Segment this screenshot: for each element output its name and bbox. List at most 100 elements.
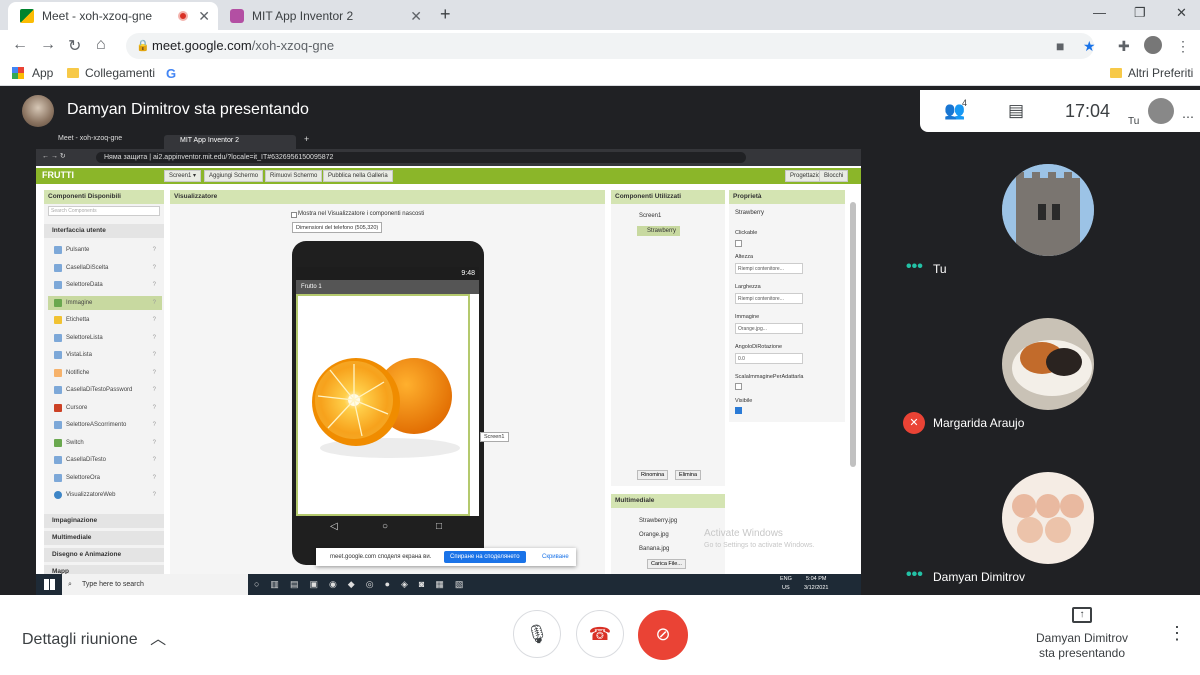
palette-item: Switch? <box>48 436 162 450</box>
lock-icon: 🔒 <box>136 40 150 52</box>
taskbar-app-icons: ○▥▤▣◉◆◎●◈◙▦▧ <box>254 579 475 589</box>
taskbar-lang: ENG <box>780 576 792 582</box>
close-tab-icon[interactable]: ✕ <box>198 8 210 25</box>
insecure-label: Няма защита <box>104 154 148 161</box>
palette-item: SelettoreLista? <box>48 331 162 345</box>
palette-item-label: CasellaDiTestoPassword <box>66 387 133 393</box>
prop-height-input: Riempi contenitore... <box>735 263 803 274</box>
phone-nav-bar: ◁ ○ □ <box>296 517 479 539</box>
minimize-icon[interactable]: — <box>1093 5 1106 20</box>
self-options-icon[interactable]: ⋯ <box>1182 110 1194 124</box>
camera-off-icon: ⊘ <box>655 624 671 644</box>
switch-icon <box>54 439 62 447</box>
bookmark-other[interactable]: Altri Preferiti <box>1110 66 1193 80</box>
participant-name: Margarida Araujo <box>933 416 1025 430</box>
palette-item-label: VisualizzatoreWeb <box>66 492 116 498</box>
palette-category: Multimediale <box>44 531 164 545</box>
prop-width-input: Riempi contenitore... <box>735 293 803 304</box>
meeting-clock: 17:04 <box>1065 101 1111 121</box>
prop-height-label: Altezza <box>735 254 754 260</box>
project-name: FRUTTI <box>42 170 74 180</box>
shared-address-row: ← → ↻ Няма защита | ai2.appinventor.mit.… <box>36 149 861 166</box>
prop-width-label: Larghezza <box>735 284 761 290</box>
components-panel: Componenti Utilizzati Screen1 Strawberry… <box>611 190 725 486</box>
maximize-icon[interactable]: ❐ <box>1134 5 1146 21</box>
meet-top-right-panel: 👥 4 ▤ 17:04 ⋯ <box>920 90 1200 132</box>
more-options-icon[interactable]: ⋮ <box>1168 623 1186 644</box>
address-bar[interactable]: 🔒 meet.google.com/xoh-xzoq-gne <box>126 33 1094 59</box>
palette-item-label: Etichetta <box>66 317 90 323</box>
add-screen-button: Aggiungi Schermo <box>204 170 264 182</box>
reload-icon[interactable]: ↻ <box>68 36 81 56</box>
presenting-line2: sta presentando <box>1038 646 1126 660</box>
palette-item: SelettoreData? <box>48 278 162 292</box>
tab-meet[interactable]: Meet - xoh-xzoq-gne ✕ <box>8 2 218 30</box>
participant-name: Damyan Dimitrov <box>933 570 1026 584</box>
back-icon[interactable]: ← <box>12 36 28 54</box>
palette-item: SelettoreOra? <box>48 471 162 485</box>
menu-icon[interactable]: ⋮ <box>1176 38 1190 55</box>
present-now-icon[interactable]: ↑ <box>1072 607 1092 623</box>
properties-header: Proprietà <box>729 190 845 204</box>
home-icon[interactable]: ⌂ <box>96 36 106 54</box>
palette-item-label: SelettoreAScorrimento <box>66 422 127 428</box>
shared-address-bar: Няма защита | ai2.appinventor.mit.edu/?l… <box>96 152 746 163</box>
tab-app-inventor[interactable]: MIT App Inventor 2 ✕ <box>218 2 430 30</box>
palette-category: Disegno e Animazione <box>44 548 164 562</box>
phone-size-select: Dimensioni del telefono (505,320) <box>292 222 383 233</box>
prop-scale-checkbox <box>735 383 742 390</box>
palette-item-label: VistaLista <box>66 352 92 358</box>
camera-icon[interactable]: ■ <box>1056 38 1064 54</box>
close-window-icon[interactable]: ✕ <box>1176 5 1187 21</box>
profile-avatar[interactable] <box>1144 36 1162 54</box>
publish-gallery-button: Pubblica nella Galleria <box>323 170 393 182</box>
palette-item-label: Pulsante <box>66 247 90 253</box>
shared-tab-title: Meet - xoh-xzoq-gne <box>58 135 123 142</box>
self-thumbnail[interactable] <box>1148 98 1174 124</box>
bookmark-collegamenti[interactable]: Collegamenti <box>67 66 155 80</box>
cats-photo <box>1002 472 1094 564</box>
shared-tab-app-inventor: MIT App Inventor 2 <box>164 135 296 149</box>
bookmarks-bar: App Collegamenti G Altri Preferiti <box>0 62 1200 86</box>
hang-up-icon: ☎ <box>588 624 612 644</box>
viewer-header: Visualizzatore <box>170 190 605 204</box>
stop-sharing-button: Спиране на споделянето <box>444 551 526 563</box>
presenting-line1: Damyan Dimitrov <box>1035 631 1128 645</box>
leave-call-button[interactable]: ☎ <box>576 610 624 658</box>
palette-item: CasellaDiTestoPassword? <box>48 383 162 397</box>
meeting-details-button[interactable]: Dettagli riunione ︿ <box>22 625 166 649</box>
bookmark-star-icon[interactable]: ★ <box>1083 38 1096 55</box>
slider-icon <box>54 404 62 412</box>
windows-start-icon <box>44 579 55 590</box>
palette-category: Impaginazione <box>44 514 164 528</box>
palette-item-label: SelettoreLista <box>66 335 103 341</box>
camera-off-button[interactable]: ⊘ <box>638 610 688 660</box>
microphone-button[interactable]: 🎙 <box>513 610 561 658</box>
new-tab-icon[interactable]: + <box>440 4 451 25</box>
upload-button: Carica File... <box>647 559 686 569</box>
prop-visible-checkbox <box>735 407 742 414</box>
palette-item: Notifiche? <box>48 366 162 380</box>
close-tab-icon[interactable]: ✕ <box>410 8 422 25</box>
tab-title: MIT App Inventor 2 <box>252 9 354 23</box>
meeting-details-label: Dettagli riunione <box>22 631 138 648</box>
participant-avatar-margarida <box>1002 318 1094 410</box>
rename-button: Rinomina <box>637 470 669 480</box>
taskbar-search: ⌕ Type here to search <box>62 574 248 596</box>
participant-avatar-tu <box>1002 164 1094 256</box>
muted-mic-icon: ✕ <box>903 412 925 434</box>
presenter-header: Damyan Dimitrov sta presentando <box>0 90 920 134</box>
bookmark-label: Altri Preferiti <box>1128 66 1194 80</box>
palette-header: Componenti Disponibili <box>44 190 164 204</box>
extensions-icon[interactable]: ✚ <box>1118 38 1130 55</box>
presenting-status[interactable]: Damyan Dimitrov sta presentando <box>1030 631 1134 661</box>
bookmark-apps[interactable]: App <box>12 66 53 80</box>
forward-icon[interactable]: → <box>40 36 56 54</box>
browser-toolbar: ← → ↻ ⌂ 🔒 meet.google.com/xoh-xzoq-gne ■… <box>0 30 1200 62</box>
folder-icon <box>67 68 79 78</box>
chat-icon[interactable]: ▤ <box>1008 101 1024 121</box>
audio-indicator-icon: ••• <box>906 258 923 275</box>
selected-component-name: Strawberry <box>735 210 765 216</box>
tab-title: Meet - xoh-xzoq-gne <box>42 9 153 23</box>
bookmark-google[interactable]: G <box>166 66 176 81</box>
